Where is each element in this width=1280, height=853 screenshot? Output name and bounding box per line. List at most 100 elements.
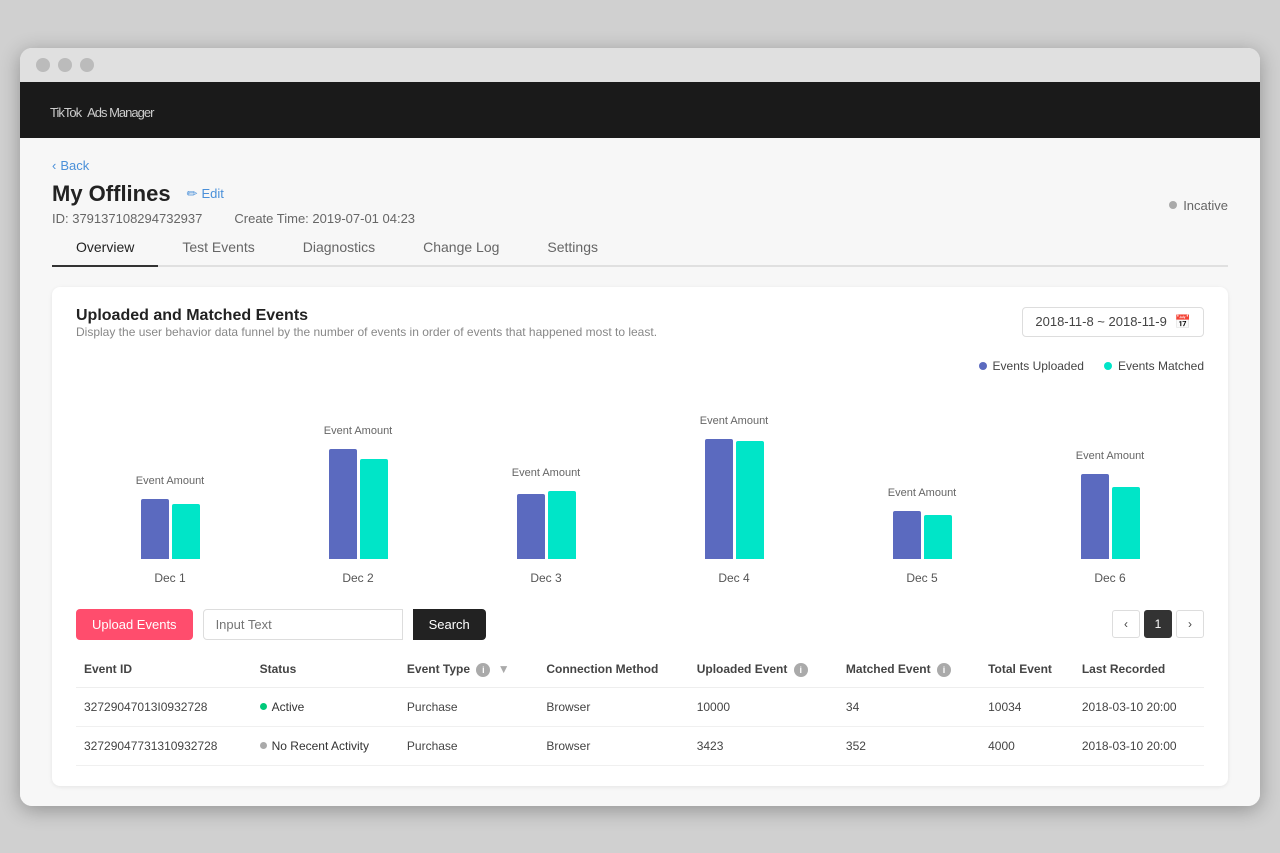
- col-event-id: Event ID: [76, 652, 252, 688]
- bar-matched: [924, 515, 952, 559]
- cell-connection-method: Browser: [538, 687, 688, 726]
- tab-diagnostics[interactable]: Diagnostics: [279, 229, 399, 267]
- bar-uploaded: [705, 439, 733, 559]
- event-type-filter-icon[interactable]: ▼: [498, 662, 510, 676]
- edit-link[interactable]: ✏ Edit: [187, 186, 224, 202]
- edit-icon: ✏: [187, 186, 198, 202]
- cell-status: Active: [252, 687, 399, 726]
- section-title: Uploaded and Matched Events Display the …: [76, 307, 657, 355]
- chart-event-label: Event Amount: [888, 487, 957, 499]
- event-type-info-icon[interactable]: i: [476, 663, 490, 677]
- legend-dot-matched: [1104, 362, 1112, 370]
- chart-date-label: Dec 6: [1094, 571, 1125, 585]
- bars-group: [329, 449, 388, 559]
- cell-event-id: 32729047731310932728: [76, 726, 252, 765]
- minimize-btn[interactable]: [58, 58, 72, 72]
- tabs: Overview Test Events Diagnostics Change …: [52, 229, 1228, 267]
- main-content: ‹ Back My Offlines ✏ Edit ID: 3791371082…: [20, 138, 1260, 806]
- col-uploaded-event: Uploaded Event i: [689, 652, 838, 688]
- cell-last-recorded: 2018-03-10 20:00: [1074, 687, 1204, 726]
- pagination: ‹ 1 ›: [1112, 610, 1204, 638]
- title-bar: [20, 48, 1260, 82]
- cell-event-type: Purchase: [399, 726, 538, 765]
- current-page-btn[interactable]: 1: [1144, 610, 1172, 638]
- chart-event-label: Event Amount: [324, 425, 393, 437]
- brand-logo: TikTokAds Manager: [44, 97, 153, 123]
- status-text: Incative: [1183, 198, 1228, 213]
- chart-col: Event Amount Dec 2: [324, 425, 393, 585]
- status-label: Active: [272, 700, 305, 714]
- status-dot: [1169, 201, 1177, 209]
- table-row: 32729047731310932728 No Recent Activity Pu…: [76, 726, 1204, 765]
- chart-col: Event AmountDec 3: [512, 467, 581, 585]
- bar-matched: [360, 459, 388, 559]
- chart-legend: Events Uploaded Events Matched: [76, 359, 1204, 373]
- tab-change-log[interactable]: Change Log: [399, 229, 523, 267]
- page-id: ID: 379137108294732937: [52, 211, 202, 226]
- cell-status: No Recent Activity: [252, 726, 399, 765]
- upload-events-button[interactable]: Upload Events: [76, 609, 193, 640]
- cell-matched-event: 34: [838, 687, 980, 726]
- bars-group: [1081, 474, 1140, 559]
- date-picker-btn[interactable]: 2018-11-8 ~ 2018-11-9 📅: [1022, 307, 1204, 337]
- chart-event-label: Event Amount: [700, 415, 769, 427]
- app-window: TikTokAds Manager ‹ Back My Offlines ✏ E…: [20, 48, 1260, 806]
- col-matched-event: Matched Event i: [838, 652, 980, 688]
- chart-event-label: Event Amount: [1076, 450, 1145, 462]
- cell-connection-method: Browser: [538, 726, 688, 765]
- bar-matched: [1112, 487, 1140, 559]
- tab-overview[interactable]: Overview: [52, 229, 158, 267]
- bar-uploaded: [141, 499, 169, 559]
- matched-event-info-icon[interactable]: i: [937, 663, 951, 677]
- cell-last-recorded: 2018-03-10 20:00: [1074, 726, 1204, 765]
- bar-uploaded: [517, 494, 545, 559]
- chart-date-label: Dec 4: [718, 571, 749, 585]
- chart-date-label: Dec 5: [906, 571, 937, 585]
- chart-area: Event AmountDec 1Event AmountDec 2Event …: [76, 385, 1204, 585]
- chart-event-label: Event Amount: [136, 475, 205, 487]
- page-meta: ID: 379137108294732937 Create Time: 2019…: [52, 211, 1228, 226]
- toolbar: Upload Events Search ‹ 1 ›: [76, 609, 1204, 640]
- prev-page-btn[interactable]: ‹: [1112, 610, 1140, 638]
- close-btn[interactable]: [36, 58, 50, 72]
- maximize-btn[interactable]: [80, 58, 94, 72]
- col-total-event: Total Event: [980, 652, 1074, 688]
- bars-group: [893, 511, 952, 559]
- cell-event-id: 32729047013I0932728: [76, 687, 252, 726]
- toolbar-left: Upload Events Search: [76, 609, 486, 640]
- bar-uploaded: [1081, 474, 1109, 559]
- chart-date-label: Dec 1: [154, 571, 185, 585]
- col-status: Status: [252, 652, 399, 688]
- tab-settings[interactable]: Settings: [523, 229, 622, 267]
- cell-total-event: 4000: [980, 726, 1074, 765]
- chart-date-label: Dec 3: [530, 571, 561, 585]
- cell-uploaded-event: 10000: [689, 687, 838, 726]
- col-connection-method: Connection Method: [538, 652, 688, 688]
- bar-matched: [548, 491, 576, 559]
- cell-uploaded-event: 3423: [689, 726, 838, 765]
- section-header: Uploaded and Matched Events Display the …: [76, 307, 1204, 355]
- cell-matched-event: 352: [838, 726, 980, 765]
- bars-group: [705, 439, 764, 559]
- back-link[interactable]: ‹ Back: [52, 158, 89, 173]
- topbar: TikTokAds Manager: [20, 82, 1260, 138]
- legend-matched: Events Matched: [1104, 359, 1204, 373]
- page-title-row: My Offlines ✏ Edit: [52, 181, 224, 207]
- tab-test-events[interactable]: Test Events: [158, 229, 278, 267]
- bar-uploaded: [329, 449, 357, 559]
- col-last-recorded: Last Recorded: [1074, 652, 1204, 688]
- status-row: Incative: [52, 198, 1228, 213]
- col-event-type: Event Type i ▼: [399, 652, 538, 688]
- status-dot-active: [260, 703, 267, 710]
- status-dot-inactive: [260, 742, 267, 749]
- chart-date-label: Dec 2: [342, 571, 373, 585]
- legend-uploaded: Events Uploaded: [979, 359, 1084, 373]
- next-page-btn[interactable]: ›: [1176, 610, 1204, 638]
- events-table: Event ID Status Event Type i ▼ Connectio…: [76, 652, 1204, 766]
- search-button[interactable]: Search: [413, 609, 486, 640]
- page-create-time: Create Time: 2019-07-01 04:23: [234, 211, 415, 226]
- status-label: No Recent Activity: [272, 739, 369, 753]
- uploaded-event-info-icon[interactable]: i: [794, 663, 808, 677]
- search-input[interactable]: [203, 609, 403, 640]
- chart-col: Event Amount Dec 4: [700, 415, 769, 585]
